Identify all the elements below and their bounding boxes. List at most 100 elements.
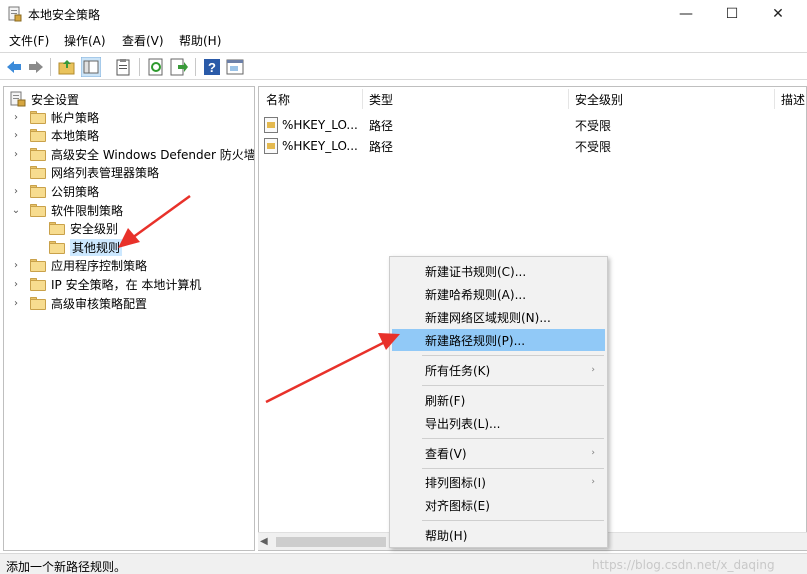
menu-item-label: 帮助(H) — [425, 528, 468, 543]
tree-item[interactable]: › 高级审核策略配置 — [14, 294, 148, 312]
menu-item-label: 排列图标(I) — [425, 475, 486, 490]
folder-icon — [30, 129, 46, 143]
forward-icon[interactable] — [26, 57, 46, 77]
minimize-button[interactable]: — — [663, 0, 709, 28]
rule-type: 路径 — [369, 118, 394, 133]
folder-icon — [49, 240, 65, 254]
list-item[interactable]: %HKEY_LO... 路径 不受限 — [264, 136, 804, 156]
refresh-icon[interactable] — [146, 57, 166, 77]
column-divider[interactable] — [362, 89, 363, 109]
menu-item-new-path-rule[interactable]: 新建路径规则(P)... — [392, 329, 605, 351]
expand-chevron-icon[interactable]: › — [11, 186, 21, 197]
expand-chevron-icon[interactable]: › — [11, 149, 21, 160]
menu-item-refresh[interactable]: 刷新(F) — [392, 389, 605, 411]
tree-item-label: 高级安全 Windows Defender 防火墙 — [51, 147, 255, 162]
tree-item[interactable]: 安全级别 — [49, 220, 118, 238]
status-text: 添加一个新路径规则。 — [6, 560, 127, 574]
back-icon[interactable] — [4, 57, 24, 77]
tree-pane: 安全设置 › 帐户策略 › 本地策略 › 高级安全 Windows Defender 防火… — [3, 86, 255, 551]
menu-item-all-tasks[interactable]: 所有任务(K) › — [392, 359, 605, 381]
menu-item-new-hash-rule[interactable]: 新建哈希规则(A)... — [392, 283, 605, 305]
properties-icon[interactable] — [113, 57, 133, 77]
menu-item-label: 新建哈希规则(A)... — [425, 287, 527, 302]
expand-chevron-icon[interactable]: › — [11, 130, 21, 141]
menu-separator — [422, 520, 604, 521]
tree-item[interactable]: 其他规则 — [49, 238, 123, 256]
menu-item-help[interactable]: 帮助(H) — [392, 524, 605, 546]
column-header-level[interactable]: 安全级别 — [575, 87, 775, 111]
menu-action[interactable]: 操作(A) — [64, 32, 106, 49]
path-rule-icon — [264, 117, 278, 133]
menu-separator — [422, 438, 604, 439]
menu-view[interactable]: 查看(V) — [122, 32, 164, 49]
expand-chevron-icon[interactable]: › — [11, 279, 21, 290]
menu-item-label: 新建路径规则(P)... — [425, 333, 526, 348]
svg-text:?: ? — [208, 60, 216, 75]
folder-icon — [30, 147, 46, 161]
tree-item-label: 网络列表管理器策略 — [51, 166, 160, 181]
column-header-name[interactable]: 名称 — [266, 87, 361, 111]
list-item[interactable]: %HKEY_LO... 路径 不受限 — [264, 115, 804, 135]
path-rule-icon — [264, 138, 278, 154]
menu-item-new-network-zone-rule[interactable]: 新建网络区域规则(N)... — [392, 306, 605, 328]
rule-level: 不受限 — [575, 118, 612, 133]
maximize-button[interactable]: ☐ — [709, 0, 755, 28]
expand-chevron-icon[interactable]: › — [11, 298, 21, 309]
tree-item-label: 应用程序控制策略 — [51, 259, 148, 274]
folder-icon — [30, 203, 46, 217]
tree-item-label: 安全级别 — [70, 222, 119, 237]
tree-item-label: 其他规则 — [70, 238, 123, 256]
folder-icon — [30, 259, 46, 273]
console-icon[interactable] — [225, 57, 245, 77]
rule-level: 不受限 — [575, 139, 612, 154]
menu-item-view[interactable]: 查看(V) › — [392, 442, 605, 464]
tree-item[interactable]: › 帐户策略 — [14, 108, 99, 126]
column-header-desc[interactable]: 描述 — [781, 87, 806, 111]
tree-item[interactable]: › 高级安全 Windows Defender 防火墙 — [14, 145, 255, 163]
menu-item-export-list[interactable]: 导出列表(L)... — [392, 412, 605, 434]
show-tree-icon[interactable] — [81, 57, 101, 77]
folder-icon — [49, 222, 65, 236]
rule-type: 路径 — [369, 139, 394, 154]
toolbar-separator — [195, 58, 196, 76]
close-button[interactable]: ✕ — [755, 0, 801, 28]
ip-security-icon — [30, 277, 46, 291]
column-divider[interactable] — [568, 89, 569, 109]
tree-item-label: 高级审核策略配置 — [51, 296, 148, 311]
column-type-label: 类型 — [369, 92, 394, 107]
tree-item[interactable]: › IP 安全策略，在 本地计算机 — [14, 275, 202, 293]
watermark: https://blog.csdn.net/x_daqing — [592, 558, 775, 572]
help-icon[interactable]: ? — [202, 57, 222, 77]
expand-chevron-icon[interactable]: › — [11, 260, 21, 271]
menu-file[interactable]: 文件(F) — [9, 32, 49, 49]
tree-item[interactable]: › 应用程序控制策略 — [14, 257, 148, 275]
scroll-left-icon[interactable]: ◀ — [260, 536, 268, 547]
toolbar-separator — [50, 58, 51, 76]
folder-icon — [30, 296, 46, 310]
menu-item-line-up-icons[interactable]: 对齐图标(E) — [392, 494, 605, 516]
tree-item[interactable]: 网络列表管理器策略 — [30, 164, 159, 182]
tree-item[interactable]: › 公钥策略 — [14, 182, 99, 200]
menu-item-new-certificate-rule[interactable]: 新建证书规则(C)... — [392, 260, 605, 282]
tree-item-label: IP 安全策略，在 本地计算机 — [51, 277, 202, 292]
menu-item-label: 导出列表(L)... — [425, 416, 501, 431]
context-menu: 新建证书规则(C)... 新建哈希规则(A)... 新建网络区域规则(N)...… — [389, 256, 608, 548]
toolbar-separator — [139, 58, 140, 76]
export-icon[interactable] — [169, 57, 189, 77]
up-folder-icon[interactable] — [57, 57, 77, 77]
column-divider[interactable] — [774, 89, 775, 109]
folder-icon — [30, 184, 46, 198]
tree-root-label: 安全设置 — [31, 92, 80, 107]
menu-item-label: 所有任务(K) — [425, 363, 491, 378]
folder-icon — [30, 110, 46, 124]
tree-item[interactable]: ⌄ 软件限制策略 — [12, 201, 123, 219]
menu-item-label: 查看(V) — [425, 446, 467, 461]
menu-item-arrange-icons[interactable]: 排列图标(I) › — [392, 471, 605, 493]
tree-item[interactable]: › 本地策略 — [14, 127, 99, 145]
tree-root[interactable]: 安全设置 — [10, 90, 79, 108]
scrollbar-thumb[interactable] — [276, 537, 386, 547]
menu-help[interactable]: 帮助(H) — [179, 32, 221, 49]
column-header-type[interactable]: 类型 — [369, 87, 569, 111]
expand-chevron-icon[interactable]: › — [11, 112, 21, 123]
collapse-chevron-icon[interactable]: ⌄ — [11, 205, 21, 216]
